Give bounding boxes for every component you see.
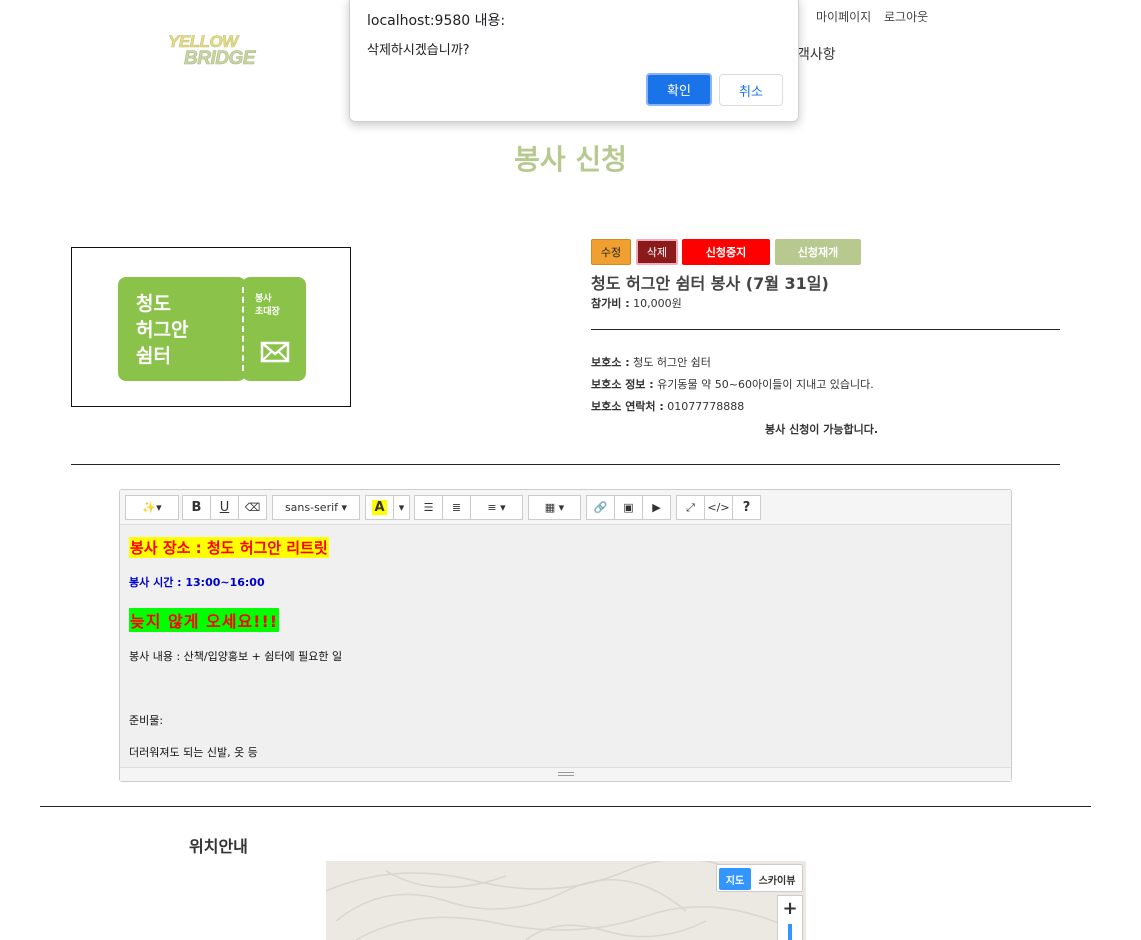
participation-fee: 참가비 : 10,000원 xyxy=(591,295,682,311)
fee-value: 10,000원 xyxy=(633,297,682,310)
ticket-sub-line1: 봉사 xyxy=(255,294,272,304)
shelter-value: 청도 허그안 쉼터 xyxy=(633,356,711,369)
underline-icon: U xyxy=(219,500,230,515)
codeview-button[interactable]: </> xyxy=(704,495,733,520)
bold-icon: B xyxy=(191,500,202,515)
info-divider xyxy=(591,329,1060,330)
link-button[interactable]: 🔗 xyxy=(586,495,615,520)
video-icon: ▶ xyxy=(652,501,661,514)
zoom-in-button[interactable]: + xyxy=(778,896,802,920)
ticket-main-text: 청도 허그안 쉼터 xyxy=(136,291,188,369)
ticket-stub-text: 봉사 초대장 xyxy=(255,293,280,319)
unordered-list-icon: ☰ xyxy=(423,501,434,514)
zoom-control: + xyxy=(777,895,803,940)
ticket-text-line2: 허그안 xyxy=(136,319,189,341)
yellow-bridge-logo[interactable]: YELLOW BRIDGE xyxy=(166,33,270,73)
location-map[interactable]: 지도 스카이뷰 + xyxy=(326,861,806,940)
map-type-toggle: 지도 스카이뷰 xyxy=(716,864,803,892)
font-family-value: sans-serif xyxy=(284,501,339,514)
event-title: 청도 허그안 쉼터 봉사 (7월 31일) xyxy=(591,274,829,293)
event-thumbnail: 청도 허그안 쉼터 봉사 초대장 xyxy=(71,247,351,407)
availability-status: 봉사 신청이 가능합니다. xyxy=(765,423,879,436)
confirm-dialog: localhost:9580 내용: 삭제하시겠습니까? 확인 취소 xyxy=(349,0,799,122)
ticket-sub-line2: 초대장 xyxy=(255,307,280,317)
bold-button[interactable]: B xyxy=(182,495,211,520)
zoom-slider[interactable] xyxy=(788,924,792,940)
ordered-list-icon: ≣ xyxy=(451,501,462,514)
fee-label: 참가비 : xyxy=(591,297,630,310)
ticket-main: 청도 허그안 쉼터 xyxy=(118,277,246,381)
font-family-dropdown[interactable]: sans-serif ▾ xyxy=(272,495,360,520)
shelter-label: 보호소 : xyxy=(591,356,630,369)
eraser-icon: ⌫ xyxy=(244,501,261,514)
stop-application-button[interactable]: 신청중지 xyxy=(682,239,770,265)
eraser-button[interactable]: ⌫ xyxy=(238,495,267,520)
content-time: 봉사 시간 : 13:00~16:00 xyxy=(129,576,265,589)
style-dropdown[interactable]: ✨▾ xyxy=(125,495,179,520)
ticket-text-line3: 쉼터 xyxy=(136,345,171,367)
underline-button[interactable]: U xyxy=(210,495,239,520)
video-button[interactable]: ▶ xyxy=(642,495,671,520)
envelope-icon xyxy=(260,341,290,363)
shelter-info: 보호소 정보 : 유기동물 약 50~60아이들이 지내고 있습니다. xyxy=(591,376,874,392)
map-view-button[interactable]: 지도 xyxy=(719,868,751,890)
edit-button[interactable]: 수정 xyxy=(591,239,631,265)
resume-application-button[interactable]: 신청재개 xyxy=(775,239,861,265)
font-color-icon: A xyxy=(372,500,387,515)
link-icon: 🔗 xyxy=(593,501,608,514)
chevron-down-icon: ▾ xyxy=(398,501,405,514)
align-icon: ≡ ▾ xyxy=(487,501,506,514)
paragraph-dropdown[interactable]: ≡ ▾ xyxy=(470,495,523,520)
content-warning: 늦지 않게 오세요!!! xyxy=(129,608,280,632)
resize-grip-icon xyxy=(558,772,574,776)
shelter-name: 보호소 : 청도 허그안 쉼터 xyxy=(591,354,711,370)
table-dropdown[interactable]: ▦ ▾ xyxy=(528,495,581,520)
mypage-link[interactable]: 마이페이지 xyxy=(816,8,871,25)
ticket-perforation xyxy=(242,287,244,371)
shelter-contact: 보호소 연락처 : 01077778888 xyxy=(591,398,744,414)
contact-value: 01077778888 xyxy=(667,400,745,413)
unordered-list-button[interactable]: ☰ xyxy=(414,495,443,520)
content-description: 봉사 내용 : 산책/입양홍보 + 쉼터에 필요한 일 xyxy=(129,650,343,663)
picture-button[interactable]: ▣ xyxy=(614,495,643,520)
fullscreen-icon: ⤢ xyxy=(686,500,695,514)
dialog-cancel-button[interactable]: 취소 xyxy=(719,74,783,106)
dialog-ok-button[interactable]: 확인 xyxy=(646,73,712,106)
color-dropdown[interactable]: ▾ xyxy=(393,495,410,520)
editor-content[interactable]: 봉사 장소 : 청도 허그안 리트릿 봉사 시간 : 13:00~16:00 늦… xyxy=(120,525,1011,767)
content-prep-label: 준비물: xyxy=(129,714,164,727)
table-icon: ▦ ▾ xyxy=(544,501,565,514)
picture-icon: ▣ xyxy=(623,501,634,514)
shelter-info-label: 보호소 정보 : xyxy=(591,378,654,391)
ticket-stub: 봉사 초대장 xyxy=(242,277,306,381)
help-button[interactable]: ? xyxy=(732,495,761,520)
code-icon: </> xyxy=(707,501,730,514)
text-color-button[interactable]: A xyxy=(365,495,394,520)
footer-divider xyxy=(40,806,1091,807)
page: YELLOW BRIDGE 마이페이지 로그아웃 객사항 localhost:9… xyxy=(0,0,1141,940)
content-prep-items: 더러워져도 되는 신발, 옷 등 xyxy=(129,746,258,759)
chevron-down-icon: ▾ xyxy=(338,501,348,514)
delete-button[interactable]: 삭제 xyxy=(636,239,678,265)
skyview-button[interactable]: 스카이뷰 xyxy=(755,868,799,890)
logo-line2: BRIDGE xyxy=(184,48,256,69)
ticket-text-line1: 청도 xyxy=(136,293,171,315)
shelter-info-value: 유기동물 약 50~60아이들이 지내고 있습니다. xyxy=(657,378,874,391)
logout-link[interactable]: 로그아웃 xyxy=(884,8,928,25)
location-title: 위치안내 xyxy=(189,837,248,856)
section-divider xyxy=(71,464,1060,465)
help-icon: ? xyxy=(742,500,751,515)
dialog-message: 삭제하시겠습니까? xyxy=(367,43,470,58)
content-place: 봉사 장소 : 청도 허그안 리트릿 xyxy=(129,537,329,558)
dialog-title: localhost:9580 내용: xyxy=(367,13,506,29)
magic-icon: ✨▾ xyxy=(142,501,162,514)
editor-toolbar: ✨▾ B U ⌫ sans-serif ▾ A ▾ ☰ ≣ ≡ ▾ ▦ ▾ 🔗 … xyxy=(120,490,1011,525)
ordered-list-button[interactable]: ≣ xyxy=(442,495,471,520)
editor-resize-bar[interactable] xyxy=(120,767,1011,781)
fullscreen-button[interactable]: ⤢ xyxy=(676,495,705,520)
page-title: 봉사 신청 xyxy=(514,143,627,176)
rich-text-editor: ✨▾ B U ⌫ sans-serif ▾ A ▾ ☰ ≣ ≡ ▾ ▦ ▾ 🔗 … xyxy=(119,489,1012,782)
nav-item-notice[interactable]: 객사항 xyxy=(797,44,836,64)
contact-label: 보호소 연락처 : xyxy=(591,400,664,413)
